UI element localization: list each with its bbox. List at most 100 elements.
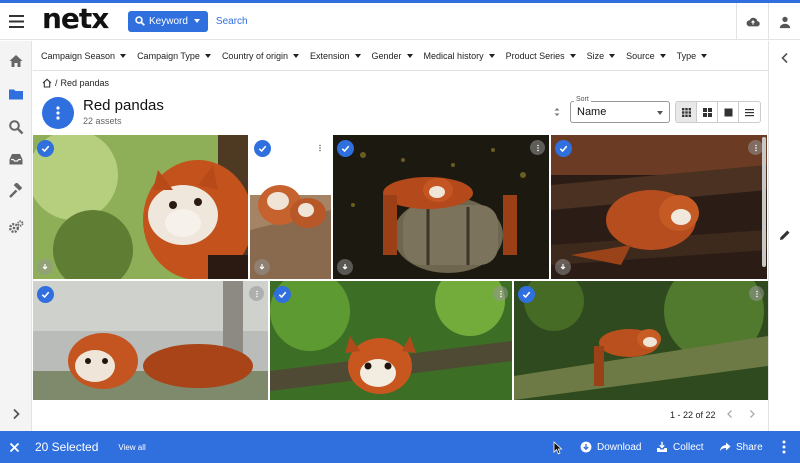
asset-tile[interactable] [33,281,268,400]
mouse-cursor-icon [553,441,563,455]
search-scope-label: Keyword [149,15,188,27]
asset-thumbnail [33,135,248,279]
share-label: Share [736,441,763,453]
small-grid-view-button[interactable] [676,102,697,122]
list-icon [745,108,754,116]
edit-pencil-icon[interactable] [779,228,791,240]
upload-cloud-icon[interactable] [736,3,768,40]
filter-product-series[interactable]: Product Series [506,51,576,61]
folder-actions-button[interactable] [42,97,74,129]
filter-country-of-origin[interactable]: Country of origin [222,51,299,61]
download-icon[interactable] [337,259,353,275]
more-options-icon[interactable] [493,286,508,301]
filter-size[interactable]: Size [587,51,616,61]
list-view-button[interactable] [739,102,760,122]
share-button[interactable]: Share [719,431,763,463]
search-input[interactable] [215,15,416,27]
filter-source[interactable]: Source [626,51,666,61]
search-scope-button[interactable]: Keyword [128,10,208,32]
download-label: Download [597,441,642,453]
asset-tile[interactable] [333,135,549,279]
inbox-icon[interactable] [0,147,32,171]
filter-label: Campaign Type [137,50,200,61]
more-options-icon[interactable] [749,286,764,301]
filter-label: Campaign Season [41,50,116,61]
sort-direction-icon[interactable] [552,105,562,119]
more-vertical-icon[interactable] [779,440,789,454]
home-icon[interactable] [42,78,52,88]
asset-tile[interactable] [514,281,768,400]
selected-checkmark-icon[interactable] [37,140,54,157]
filter-label: Source [626,50,655,61]
download-button[interactable]: Download [580,431,641,463]
asset-thumbnail [514,281,768,400]
filter-campaign-season[interactable]: Campaign Season [41,50,127,61]
chevron-down-icon [488,53,495,58]
sort-value: Name [577,106,607,118]
chevron-down-icon [204,53,211,58]
selected-checkmark-icon[interactable] [274,286,291,303]
asset-thumbnail [333,135,549,279]
selected-checkmark-icon[interactable] [555,140,572,157]
search-icon [135,16,145,26]
filter-type[interactable]: Type [677,51,708,61]
chevron-down-icon [120,53,127,58]
filter-label: Type [676,50,697,61]
home-icon[interactable] [0,49,32,73]
view-all-link[interactable]: View all [118,443,145,452]
search-icon[interactable] [0,115,32,139]
collect-icon [657,441,667,452]
asset-tile[interactable] [551,135,767,279]
view-mode-toggle [675,101,761,123]
asset-tile[interactable] [270,281,512,400]
asset-tile[interactable] [250,135,331,279]
sort-select[interactable]: Name [570,101,670,123]
download-icon[interactable] [254,259,270,275]
pagination-range: 1 - 22 of 22 [670,410,716,420]
selected-checkmark-icon[interactable] [518,286,535,303]
collect-button[interactable]: Collect [656,431,704,463]
gears-icon[interactable] [0,215,32,239]
selected-checkmark-icon[interactable] [37,286,54,303]
filter-gender[interactable]: Gender [372,51,413,61]
selection-bar: 20 Selected View all Download Collect Sh… [0,431,800,463]
clear-selection-button[interactable] [0,442,28,453]
chevron-down-icon [659,53,666,58]
collapse-chevron-icon[interactable] [778,51,792,65]
filter-label: Extension [309,50,350,61]
expand-chevron-icon[interactable] [0,402,32,426]
hammer-icon[interactable] [0,179,32,203]
chevron-down-icon [292,53,299,58]
app-logo[interactable]: netx [42,5,117,33]
medium-grid-view-button[interactable] [697,102,718,122]
large-grid-view-button[interactable] [718,102,739,122]
asset-thumbnail [551,135,767,279]
asset-tile[interactable] [33,135,248,279]
chevron-down-icon [657,111,663,115]
more-options-icon[interactable] [530,140,545,155]
filter-medical-history[interactable]: Medical history [424,51,495,61]
grid-scrollbar[interactable] [762,137,766,267]
filter-label: Medical history [423,50,484,61]
chevron-down-icon [609,53,616,58]
sort-legend: Sort [574,96,591,103]
next-page-icon[interactable] [746,408,758,420]
collect-label: Collect [673,441,704,453]
download-icon[interactable] [555,259,571,275]
filter-campaign-type[interactable]: Campaign Type [137,51,211,61]
menu-icon[interactable] [0,3,32,40]
asset-thumbnail [33,281,268,400]
more-options-icon[interactable] [312,140,327,155]
filter-extension[interactable]: Extension [310,51,361,61]
download-icon[interactable] [37,259,53,275]
selected-checkmark-icon[interactable] [337,140,354,157]
more-options-icon[interactable] [249,286,264,301]
filter-label: Product Series [505,50,565,61]
account-icon[interactable] [768,3,800,40]
more-options-icon[interactable] [748,140,763,155]
selected-checkmark-icon[interactable] [254,140,271,157]
folder-icon[interactable] [0,82,32,106]
filter-label: Size [586,50,605,61]
large-grid-icon [724,108,732,116]
prev-page-icon[interactable] [724,408,736,420]
